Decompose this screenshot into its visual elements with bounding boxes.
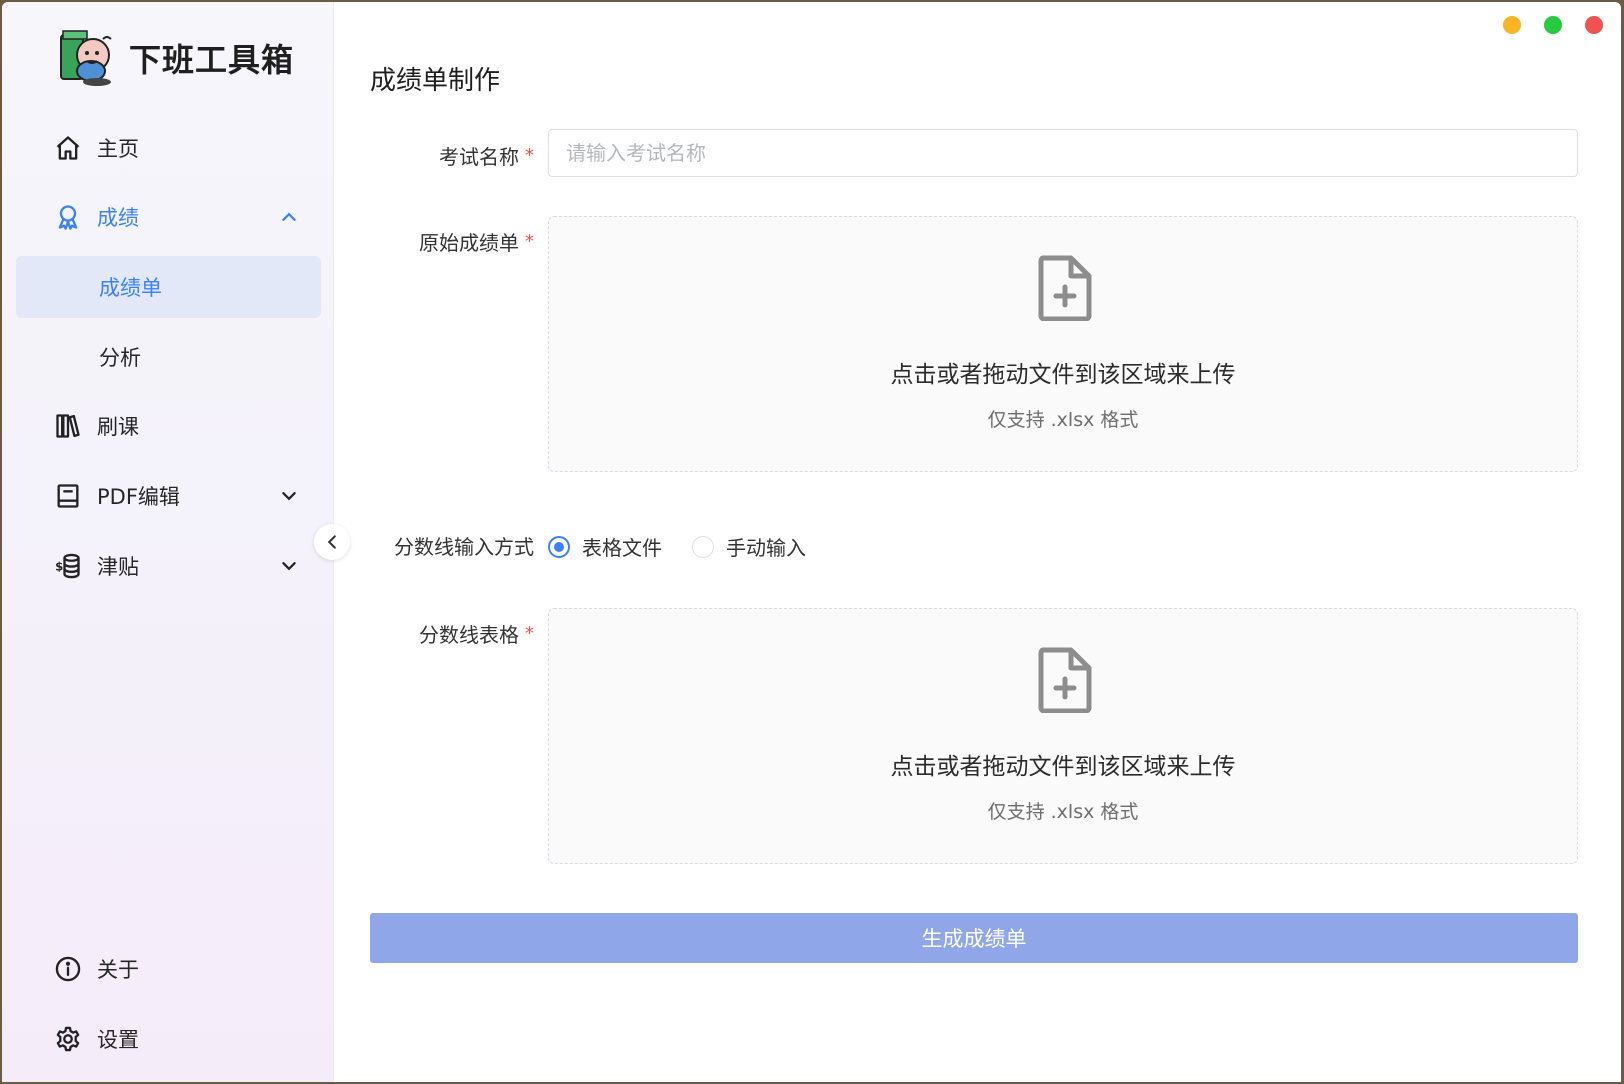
sidebar-item-label: 成绩单 xyxy=(99,276,162,300)
info-icon xyxy=(54,955,82,983)
upload-instruction: 点击或者拖动文件到该区域来上传 xyxy=(890,754,1236,780)
sidebar-item-home[interactable]: 主页 xyxy=(16,117,321,179)
sidebar-item-label: 刷课 xyxy=(97,415,139,439)
original-transcript-label-text: 原始成绩单 xyxy=(419,231,519,255)
svg-text:$: $ xyxy=(55,560,63,574)
gear-icon xyxy=(54,1025,82,1053)
sidebar-item-label: 关于 xyxy=(97,958,139,982)
main-content: 成绩单制作 考试名称 * 原始成绩单 * 点击或者拖动文件到该区域来上传 仅支持 .… xyxy=(334,2,1621,1082)
score-line-method-label: 分数线输入方式 xyxy=(394,535,534,559)
home-icon xyxy=(54,134,82,162)
sidebar-item-settings[interactable]: 设置 xyxy=(16,1008,321,1070)
sidebar-item-label: 主页 xyxy=(97,137,139,161)
score-line-method-radio-group: 表格文件 手动输入 xyxy=(548,532,836,561)
sidebar-item-label: PDF编辑 xyxy=(97,485,180,509)
file-add-icon xyxy=(1037,255,1093,322)
sidebar-item-courses[interactable]: 刷课 xyxy=(16,395,321,457)
file-add-icon xyxy=(1037,647,1093,714)
sidebar-collapse-button[interactable] xyxy=(314,524,350,560)
score-line-table-label: 分数线表格 * xyxy=(334,619,534,648)
exam-name-input[interactable] xyxy=(548,129,1578,177)
radio-circle-unchecked xyxy=(692,535,714,558)
original-transcript-upload-area[interactable]: 点击或者拖动文件到该区域来上传 仅支持 .xlsx 格式 xyxy=(548,216,1578,472)
app-title: 下班工具箱 xyxy=(129,41,295,79)
required-marker: * xyxy=(525,145,534,166)
required-marker: * xyxy=(525,623,534,644)
score-line-table-upload-area[interactable]: 点击或者拖动文件到该区域来上传 仅支持 .xlsx 格式 xyxy=(548,608,1578,864)
chevron-down-icon xyxy=(279,486,299,506)
sidebar-item-label: 设置 xyxy=(97,1028,139,1052)
radio-circle-checked xyxy=(548,535,570,558)
radio-manual-input[interactable]: 手动输入 xyxy=(692,532,806,561)
radio-label: 手动输入 xyxy=(726,536,806,560)
required-marker: * xyxy=(525,231,534,252)
sidebar-item-analysis[interactable]: 分析 xyxy=(16,326,321,388)
radio-table-file[interactable]: 表格文件 xyxy=(548,532,662,561)
page-title: 成绩单制作 xyxy=(370,66,501,96)
sidebar: 下班工具箱 主页 成绩 成绩单 分析 刷课 PDF编辑 $ 津贴 关于 设置 xyxy=(2,2,334,1082)
app-window: 下班工具箱 主页 成绩 成绩单 分析 刷课 PDF编辑 $ 津贴 关于 设置 成… xyxy=(2,2,1621,1082)
sidebar-item-label: 分析 xyxy=(99,346,141,370)
award-icon xyxy=(54,203,82,231)
sidebar-item-transcript[interactable]: 成绩单 xyxy=(16,256,321,318)
chevron-down-icon xyxy=(279,556,299,576)
sidebar-item-grades[interactable]: 成绩 xyxy=(16,186,321,248)
upload-format-hint: 仅支持 .xlsx 格式 xyxy=(987,409,1139,431)
chevron-up-icon xyxy=(279,207,299,227)
exam-name-label-text: 考试名称 xyxy=(439,145,519,169)
app-logo[interactable]: 下班工具箱 xyxy=(57,26,294,90)
sidebar-item-about[interactable]: 关于 xyxy=(16,938,321,1000)
sidebar-item-label: 成绩 xyxy=(97,206,139,230)
exam-name-label: 考试名称 * xyxy=(334,141,534,170)
cartoon-character-logo-icon xyxy=(57,27,119,89)
book-icon xyxy=(54,482,82,510)
sidebar-item-label: 津贴 xyxy=(97,555,139,579)
sidebar-item-pdf-edit[interactable]: PDF编辑 xyxy=(16,465,321,527)
money-icon: $ xyxy=(54,552,82,580)
books-icon xyxy=(54,412,82,440)
score-line-table-label-text: 分数线表格 xyxy=(419,623,519,647)
sidebar-item-allowance[interactable]: $ 津贴 xyxy=(16,535,321,597)
generate-transcript-button[interactable]: 生成成绩单 xyxy=(370,913,1578,963)
upload-format-hint: 仅支持 .xlsx 格式 xyxy=(987,801,1139,823)
upload-instruction: 点击或者拖动文件到该区域来上传 xyxy=(890,362,1236,388)
chevron-left-icon xyxy=(323,533,341,551)
original-transcript-label: 原始成绩单 * xyxy=(334,227,534,256)
radio-label: 表格文件 xyxy=(582,536,662,560)
